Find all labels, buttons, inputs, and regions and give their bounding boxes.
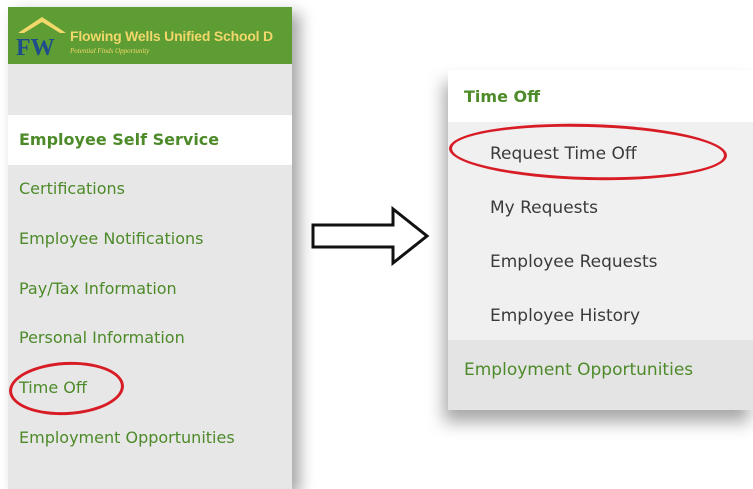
left-navigation-panel: FW Flowing Wells Unified School D Potent…: [7, 7, 292, 489]
submenu-item-employee-requests[interactable]: Employee Requests: [490, 252, 658, 272]
submenu-item-request-time-off[interactable]: Request Time Off: [490, 144, 637, 164]
submenu-item-employment-opportunities[interactable]: Employment Opportunities: [464, 360, 693, 380]
district-tagline: Potential Finds Opportunity: [70, 47, 150, 55]
time-off-submenu-panel: Time Off Request Time Off My Requests Em…: [448, 70, 753, 410]
district-header: FW Flowing Wells Unified School D Potent…: [8, 7, 292, 64]
logo-text: FW: [16, 35, 55, 59]
submenu-item-my-requests[interactable]: My Requests: [490, 198, 598, 218]
submenu-item-employee-history[interactable]: Employee History: [490, 306, 640, 326]
menu-item-employment-opportunities[interactable]: Employment Opportunities: [19, 428, 235, 447]
menu-item-employee-notifications[interactable]: Employee Notifications: [19, 229, 203, 248]
menu-item-personal-information[interactable]: Personal Information: [19, 328, 185, 347]
menu-item-certifications[interactable]: Certifications: [19, 179, 125, 198]
fw-logo-icon[interactable]: FW: [14, 15, 70, 59]
menu-item-pay-tax-information[interactable]: Pay/Tax Information: [19, 279, 177, 298]
district-name: Flowing Wells Unified School D: [70, 28, 273, 44]
menu-item-time-off[interactable]: Time Off: [19, 378, 87, 397]
right-arrow-icon: [311, 205, 430, 267]
submenu-title[interactable]: Time Off: [464, 87, 540, 106]
section-title[interactable]: Employee Self Service: [19, 130, 219, 149]
